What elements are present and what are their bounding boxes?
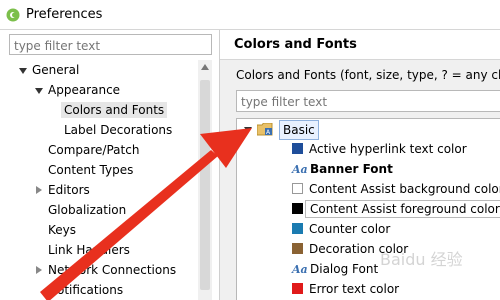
chevron-right-icon[interactable] (34, 185, 44, 195)
tree-filter-field[interactable] (9, 34, 212, 56)
tree-item-notifications[interactable]: Notifications (48, 280, 123, 300)
colors-filter-field[interactable] (236, 90, 500, 112)
chevron-right-icon[interactable] (34, 265, 44, 275)
color-swatch (292, 203, 303, 214)
scrollbar-thumb[interactable] (200, 80, 210, 290)
preference-tree-pane: General Appearance Colors and Fonts Labe… (0, 30, 220, 300)
colors-and-fonts-tree: A Basic Active hyperlink text color Aa Ba… (236, 118, 500, 300)
tree-item-keys[interactable]: Keys (48, 220, 76, 240)
list-item[interactable]: Content Assist foreground color (292, 199, 500, 219)
preference-tree: General Appearance Colors and Fonts Labe… (0, 60, 198, 300)
tree-scrollbar[interactable] (198, 60, 212, 300)
list-item[interactable]: Aa Dialog Font (292, 259, 378, 279)
font-icon: Aa (292, 263, 308, 276)
tree-item-label-decorations[interactable]: Label Decorations (64, 120, 172, 140)
category-basic[interactable]: A Basic (237, 119, 497, 140)
page-title: Colors and Fonts (234, 37, 357, 52)
list-item[interactable]: Error text color (292, 279, 399, 299)
page-header: Colors and Fonts (220, 30, 500, 60)
page-description: Colors and Fonts (font, size, type, ? = … (236, 68, 500, 82)
tree-item-content-types[interactable]: Content Types (48, 160, 133, 180)
chevron-down-icon[interactable] (18, 65, 28, 75)
list-item[interactable]: Content Assist background color (292, 179, 500, 199)
color-swatch (292, 143, 303, 154)
tree-item-colors-and-fonts[interactable]: Colors and Fonts (61, 100, 168, 120)
folder-font-icon: A (257, 123, 273, 136)
chevron-down-icon[interactable] (34, 85, 44, 95)
scroll-up-arrow-icon[interactable] (201, 64, 209, 70)
list-item[interactable]: Aa Banner Font (292, 159, 393, 179)
tree-item-compare-patch[interactable]: Compare/Patch (48, 140, 139, 160)
list-item[interactable]: Active hyperlink text color (292, 139, 467, 159)
list-item[interactable]: Counter color (292, 219, 390, 239)
font-icon: Aa (292, 163, 308, 176)
preferences-window: Preferences General Appearance Colors an… (0, 0, 500, 300)
tree-filter-input[interactable] (10, 36, 211, 56)
title-bar: Preferences (0, 0, 500, 30)
watermark: Baidu 经验 (380, 250, 463, 269)
color-swatch (292, 223, 303, 234)
color-swatch (292, 283, 303, 294)
chevron-down-icon[interactable] (244, 127, 252, 133)
color-swatch (292, 183, 303, 194)
colors-filter-input[interactable] (237, 92, 500, 112)
tree-item-link-handlers[interactable]: Link Handlers (48, 240, 130, 260)
tree-item-globalization[interactable]: Globalization (48, 200, 126, 220)
window-title: Preferences (26, 7, 103, 22)
color-swatch (292, 243, 303, 254)
category-label: Basic (279, 120, 319, 140)
eclipse-icon (6, 8, 20, 22)
